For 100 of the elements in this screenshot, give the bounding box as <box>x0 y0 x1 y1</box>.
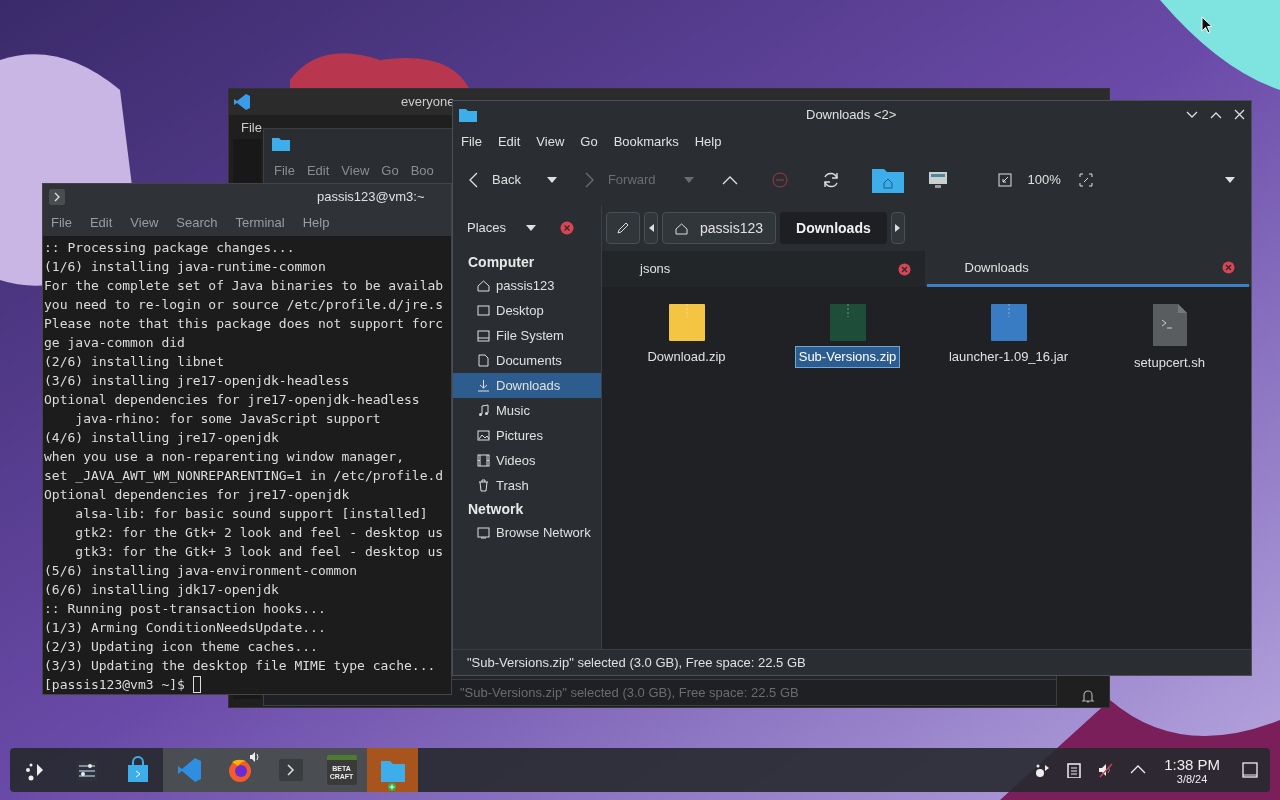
window-title: passis123@vm3:~ <box>317 188 425 207</box>
menu-item[interactable]: Boo <box>410 161 434 181</box>
mouse-pointer-icon <box>1201 16 1213 34</box>
sidebar-item[interactable]: Browse Network <box>453 520 601 545</box>
places-label: Places <box>467 219 507 238</box>
terminal-line: ge java-common did <box>44 334 186 352</box>
drive-icon <box>477 329 490 342</box>
zoom-in-icon[interactable] <box>1078 173 1093 187</box>
reload-icon[interactable] <box>821 171 840 189</box>
menu-item[interactable]: File <box>51 213 72 233</box>
zoom-out-icon[interactable] <box>997 173 1012 187</box>
terminal-line: you need to re-login or source /etc/profile.d/jre.s <box>44 296 445 314</box>
up-icon[interactable] <box>721 175 738 185</box>
terminal-line: (2/6) installing libnet <box>44 353 225 371</box>
sidebar-item[interactable]: Music <box>453 398 601 423</box>
sidebar-item[interactable]: Videos <box>453 448 601 473</box>
file-name[interactable]: Sub-Versions.zip <box>795 347 900 367</box>
video-icon <box>477 454 490 467</box>
sidebar-item[interactable]: passis123 <box>453 273 601 298</box>
menu-item[interactable]: Go <box>580 131 598 152</box>
minimize-icon[interactable] <box>1186 110 1198 119</box>
menu-item[interactable]: Go <box>381 161 399 181</box>
show-desktop-icon[interactable] <box>1242 762 1258 778</box>
close-icon[interactable] <box>1234 109 1245 120</box>
folder-icon <box>459 107 477 122</box>
section-heading: Computer <box>467 252 536 272</box>
clock[interactable]: 1:38 PM 3/8/24 <box>1164 755 1220 785</box>
back-icon <box>469 172 478 188</box>
menu-item[interactable]: Edit <box>89 213 113 233</box>
add-badge-icon <box>388 783 396 791</box>
status-text: "Sub-Versions.zip" selected (3.0 GB), Free space: 22.5 GB <box>467 653 806 672</box>
menu-item[interactable]: View <box>130 213 159 233</box>
forward-icon <box>584 172 594 188</box>
terminal-line: Optional dependencies for jre17-openjdk <box>44 486 351 504</box>
music-icon <box>477 404 490 417</box>
maximize-icon[interactable] <box>1210 110 1222 119</box>
caret-icon[interactable] <box>526 225 537 231</box>
picture-icon <box>477 429 490 442</box>
sidebar-item[interactable]: File System <box>453 323 601 348</box>
menu-item[interactable]: File <box>274 161 295 181</box>
folder-icon <box>272 135 290 151</box>
taskbar-code-button[interactable] <box>163 748 214 792</box>
connect-icon[interactable] <box>1034 762 1051 778</box>
file-name[interactable]: setupcert.sh <box>1131 353 1208 373</box>
menu-item[interactable]: Terminal <box>235 213 285 233</box>
scroll-left-button[interactable] <box>644 212 658 244</box>
sidebar-item[interactable]: Pictures <box>453 423 601 448</box>
terminal-line: set _JAVA_AWT_WM_NONREPARENTING=1 in /etc/profile.d <box>44 467 445 485</box>
code-editor-icon <box>233 93 251 111</box>
terminal-line: Please note that this package does not support forc <box>44 315 445 333</box>
menu-item[interactable]: Edit <box>306 161 330 181</box>
volume-muted-icon[interactable] <box>1098 762 1115 778</box>
terminal-line: (6/6) installing jdk17-openjdk <box>44 581 280 599</box>
path-button[interactable]: passis123 <box>662 212 777 244</box>
menu-item[interactable]: Help <box>694 131 722 152</box>
menu-item[interactable]: Bookmarks <box>613 131 679 152</box>
path-button[interactable]: Downloads <box>780 212 887 244</box>
file-name[interactable]: launcher-1.09_16.jar <box>945 347 1072 367</box>
terminal-line: (3/3) Updating the desktop file MIME type cache... <box>44 657 437 675</box>
menu-item[interactable]: Search <box>176 213 218 233</box>
terminal-icon <box>276 756 305 784</box>
window-title: Downloads <2> <box>806 105 897 124</box>
caret-right-icon <box>895 224 901 232</box>
menu-item[interactable]: Edit <box>497 131 521 152</box>
back-button[interactable]: Back <box>467 165 523 195</box>
menu-item[interactable]: File <box>461 131 482 152</box>
terminal-line: (1/6) installing java-runtime-common <box>44 258 327 276</box>
terminal-line: :: Processing package changes... <box>44 239 296 257</box>
terminal-line: java-rhino: for some JavaScript support <box>74 410 382 428</box>
network-icon <box>477 526 490 539</box>
file-name[interactable]: Download.zip <box>644 347 729 367</box>
caret-icon[interactable] <box>546 177 557 183</box>
terminal-line: (5/6) installing java-environment-common <box>44 562 359 580</box>
sidebar-item[interactable]: Desktop <box>453 298 601 323</box>
zoom-level: 100% <box>1027 171 1061 190</box>
menu-item[interactable]: Help <box>302 213 330 233</box>
sidebar-item[interactable]: Downloads <box>453 373 601 398</box>
menu-item[interactable]: View <box>536 131 565 152</box>
caret-icon[interactable] <box>1225 177 1235 183</box>
tab[interactable]: jsons <box>602 251 925 287</box>
terminal-line: For the complete set of Java binaries to be availab <box>44 277 445 295</box>
trash-icon <box>477 479 490 492</box>
caret-left-icon <box>648 224 654 232</box>
terminal-icon <box>49 189 65 206</box>
terminal-line: Optional dependencies for jre17-openjdk-headless <box>44 391 421 409</box>
home-folder-icon[interactable] <box>871 167 904 193</box>
menu-item[interactable]: View <box>341 161 370 181</box>
sidebar-item[interactable]: Trash <box>453 473 601 498</box>
pencil-icon <box>616 221 630 235</box>
bell-icon[interactable] <box>1081 689 1095 703</box>
section-heading: Network <box>467 499 525 519</box>
menu-item[interactable]: File <box>241 118 262 138</box>
terminal-line: :: Running post-transaction hooks... <box>44 600 327 618</box>
document-icon <box>477 354 490 367</box>
clipboard-icon[interactable] <box>1066 762 1083 778</box>
scroll-right-button[interactable] <box>890 212 905 244</box>
terminal-line: gtk2: for the Gtk+ 2 look and feel - desktop us <box>74 524 445 542</box>
sidebar-item[interactable]: Documents <box>453 348 601 373</box>
computer-icon[interactable] <box>927 170 948 190</box>
terminal-line: (4/6) installing jre17-openjdk <box>44 429 280 447</box>
